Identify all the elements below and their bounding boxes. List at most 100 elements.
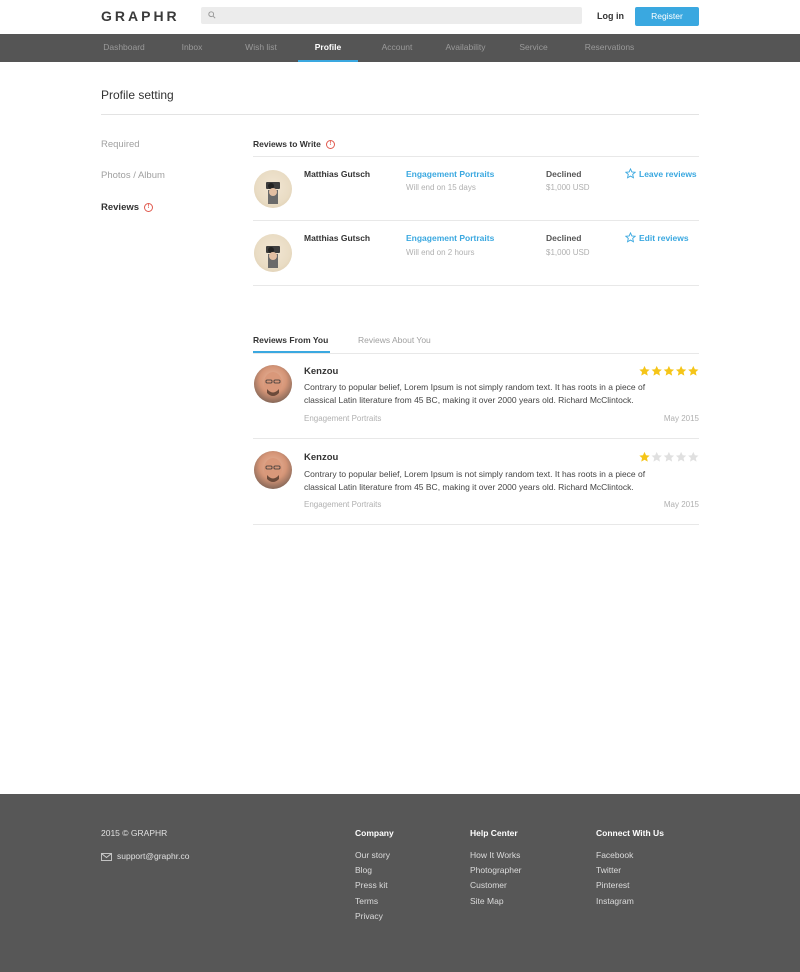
review-category: Engagement Portraits bbox=[304, 500, 382, 509]
star-empty-icon bbox=[688, 451, 699, 462]
footer-link[interactable]: Photographer bbox=[470, 865, 522, 880]
footer-column-help-center: Help Center How It Works Photographer Cu… bbox=[470, 828, 522, 911]
main-nav: Dashboard Inbox Wish list Profile Accoun… bbox=[0, 34, 800, 62]
review-text-line: Contrary to popular belief, Lorem Ipsum … bbox=[304, 469, 646, 479]
star-empty-icon bbox=[675, 451, 687, 462]
footer-heading: Company bbox=[355, 828, 394, 838]
divider bbox=[253, 438, 699, 439]
login-link[interactable]: Log in bbox=[597, 11, 624, 21]
nav-reservations[interactable]: Reservations bbox=[582, 34, 637, 62]
footer-column-company: Company Our story Blog Press kit Terms P… bbox=[355, 828, 394, 926]
divider bbox=[101, 114, 699, 115]
service-link[interactable]: Engagement Portraits bbox=[406, 169, 494, 179]
footer-link[interactable]: Twitter bbox=[596, 865, 664, 880]
nav-dashboard[interactable]: Dashboard bbox=[101, 34, 147, 62]
footer-link[interactable]: Blog bbox=[355, 865, 394, 880]
sidebar-item-reviews[interactable]: Reviews! bbox=[101, 202, 154, 213]
photographer-avatar-image bbox=[266, 246, 280, 268]
time-remaining: Will end on 2 hours bbox=[406, 248, 475, 257]
footer-link[interactable]: Our story bbox=[355, 850, 394, 865]
edit-reviews-button[interactable]: Edit reviews bbox=[625, 232, 689, 243]
reviewee-name: Matthias Gutsch bbox=[304, 233, 371, 243]
register-button[interactable]: Register bbox=[635, 7, 699, 26]
nav-service[interactable]: Service bbox=[517, 34, 550, 62]
support-email-label: support@graphr.co bbox=[117, 851, 190, 861]
top-header: GRAPHR Log in Register bbox=[0, 0, 800, 34]
footer: 2015 © GRAPHR support@graphr.co Company … bbox=[0, 794, 800, 972]
reviewer-avatar-image bbox=[264, 458, 282, 482]
nav-account[interactable]: Account bbox=[378, 34, 416, 62]
nav-inbox[interactable]: Inbox bbox=[179, 34, 205, 62]
warning-icon: ! bbox=[144, 202, 154, 212]
page-title: Profile setting bbox=[101, 88, 174, 102]
star-rating bbox=[639, 365, 699, 376]
section-heading-label: Reviews to Write bbox=[253, 139, 321, 149]
footer-link[interactable]: Customer bbox=[470, 880, 522, 895]
search-input[interactable] bbox=[201, 7, 582, 24]
leave-reviews-button[interactable]: Leave reviews bbox=[625, 168, 697, 179]
active-tab-indicator bbox=[253, 351, 330, 353]
review-text-line: classical Latin literature from 45 BC, m… bbox=[304, 481, 634, 492]
nav-wish-list[interactable]: Wish list bbox=[242, 34, 280, 62]
star-outline-icon bbox=[625, 232, 636, 243]
star-rating bbox=[639, 451, 699, 462]
footer-link[interactable]: How It Works bbox=[470, 850, 522, 865]
avatar bbox=[254, 451, 292, 489]
status-badge: Declined bbox=[546, 233, 582, 243]
sidebar-item-label: Reviews bbox=[101, 202, 140, 213]
footer-column-connect: Connect With Us Facebook Twitter Pintere… bbox=[596, 828, 664, 911]
footer-link[interactable]: Facebook bbox=[596, 850, 664, 865]
support-email-link[interactable]: support@graphr.co bbox=[101, 851, 189, 861]
review-text-line: classical Latin literature from 45 BC, m… bbox=[304, 394, 634, 405]
star-filled-icon bbox=[639, 451, 650, 462]
price: $1,000 USD bbox=[546, 183, 590, 192]
reviewee-name: Matthias Gutsch bbox=[304, 169, 371, 179]
sidebar-item-required[interactable]: Required bbox=[101, 139, 140, 150]
divider bbox=[253, 285, 699, 286]
nav-availability[interactable]: Availability bbox=[441, 34, 490, 62]
divider bbox=[253, 156, 699, 157]
divider bbox=[253, 220, 699, 221]
action-label: Leave reviews bbox=[639, 169, 697, 179]
tab-reviews-about-you[interactable]: Reviews About You bbox=[358, 335, 431, 345]
star-filled-icon bbox=[639, 365, 650, 376]
review-text: Contrary to popular belief, Lorem Ipsum … bbox=[304, 381, 694, 406]
review-text: Contrary to popular belief, Lorem Ipsum … bbox=[304, 468, 694, 493]
avatar bbox=[254, 365, 292, 403]
tab-reviews-from-you[interactable]: Reviews From You bbox=[253, 335, 328, 345]
star-empty-icon bbox=[651, 451, 662, 462]
sidebar-item-photos-album[interactable]: Photos / Album bbox=[101, 170, 165, 181]
review-text-line: Contrary to popular belief, Lorem Ipsum … bbox=[304, 382, 646, 392]
reviewer-name: Kenzou bbox=[304, 366, 339, 377]
star-filled-icon bbox=[688, 365, 699, 376]
footer-heading: Connect With Us bbox=[596, 828, 664, 838]
star-outline-icon bbox=[625, 168, 636, 179]
footer-link[interactable]: Privacy bbox=[355, 911, 394, 926]
footer-link[interactable]: Terms bbox=[355, 896, 394, 911]
footer-link[interactable]: Site Map bbox=[470, 896, 522, 911]
warning-icon: ! bbox=[325, 140, 335, 150]
price: $1,000 USD bbox=[546, 248, 590, 257]
section-heading: Reviews to Write! bbox=[253, 139, 335, 150]
footer-link[interactable]: Pinterest bbox=[596, 880, 664, 895]
avatar bbox=[254, 234, 292, 272]
mail-icon bbox=[101, 853, 112, 861]
avatar bbox=[254, 170, 292, 208]
photographer-avatar-image bbox=[266, 182, 280, 204]
logo[interactable]: GRAPHR bbox=[101, 8, 180, 24]
nav-profile[interactable]: Profile bbox=[298, 34, 358, 62]
review-date: May 2015 bbox=[663, 414, 699, 423]
divider bbox=[253, 353, 699, 354]
action-label: Edit reviews bbox=[639, 233, 689, 243]
search-icon bbox=[208, 11, 216, 19]
star-empty-icon bbox=[663, 451, 675, 462]
review-category: Engagement Portraits bbox=[304, 414, 382, 423]
divider bbox=[253, 524, 699, 525]
footer-link[interactable]: Instagram bbox=[596, 896, 664, 911]
service-link[interactable]: Engagement Portraits bbox=[406, 233, 494, 243]
footer-link[interactable]: Press kit bbox=[355, 880, 394, 895]
review-date: May 2015 bbox=[663, 500, 699, 509]
reviewer-avatar-image bbox=[264, 372, 282, 396]
footer-heading: Help Center bbox=[470, 828, 518, 838]
star-filled-icon bbox=[675, 365, 687, 376]
